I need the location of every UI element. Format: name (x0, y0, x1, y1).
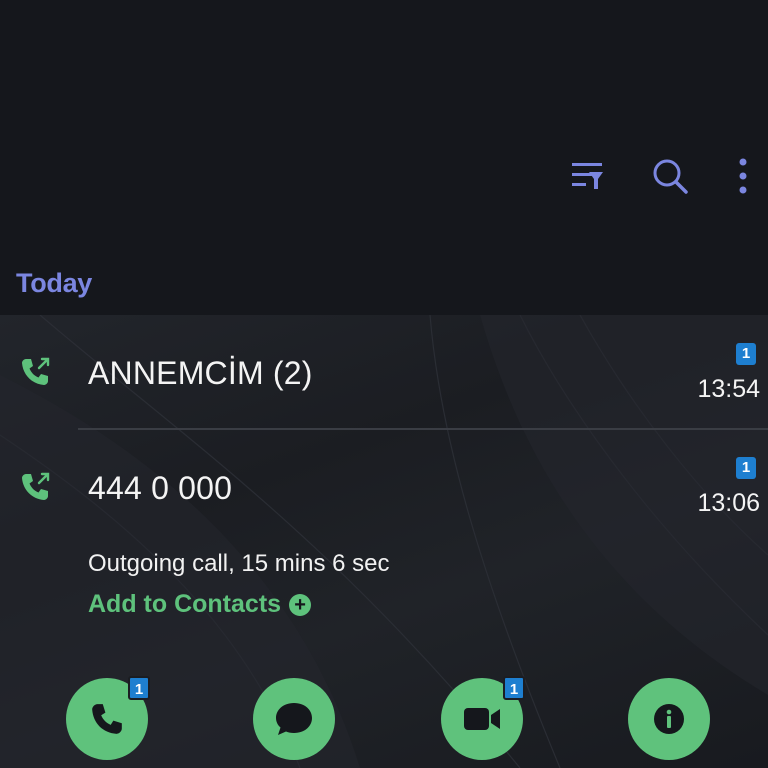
search-icon (653, 159, 688, 194)
message-button[interactable] (253, 678, 335, 760)
search-button[interactable] (646, 152, 694, 200)
plus-circle-icon: + (289, 593, 312, 616)
sim-badge: 1 (736, 457, 756, 479)
video-camera-icon (464, 708, 500, 730)
info-icon (654, 704, 684, 734)
add-to-contacts-label: Add to Contacts (88, 590, 282, 618)
sim-badge: 1 (503, 676, 525, 700)
sim-badge: 1 (128, 676, 150, 700)
chat-bubble-icon (276, 703, 312, 735)
contact-info-button[interactable] (628, 678, 710, 760)
row-divider (78, 428, 768, 430)
sim-badge: 1 (736, 343, 756, 365)
video-call-button[interactable]: 1 (441, 676, 525, 760)
call-button[interactable]: 1 (66, 676, 150, 760)
phone-number: 444 0 000 (88, 470, 233, 506)
filter-list-icon (572, 163, 603, 189)
more-vertical-icon (739, 158, 747, 194)
call-log-row-expanded[interactable]: 444 0 000 1 13:06 (0, 432, 768, 542)
filter-button[interactable] (563, 152, 611, 200)
contact-name: ANNEMCİM (2) (88, 355, 313, 391)
outgoing-call-icon (22, 472, 50, 500)
add-to-contacts-link[interactable]: Add to Contacts + (88, 590, 312, 619)
section-header-today: Today (16, 268, 93, 298)
call-log-row[interactable]: ANNEMCİM (2) 1 13:54 (0, 315, 768, 425)
outgoing-call-icon (22, 357, 50, 385)
call-time: 13:54 (697, 375, 760, 403)
call-details: Outgoing call, 15 mins 6 sec (88, 550, 390, 577)
more-options-button[interactable] (719, 152, 767, 200)
call-time: 13:06 (697, 489, 760, 517)
phone-icon (92, 704, 122, 734)
